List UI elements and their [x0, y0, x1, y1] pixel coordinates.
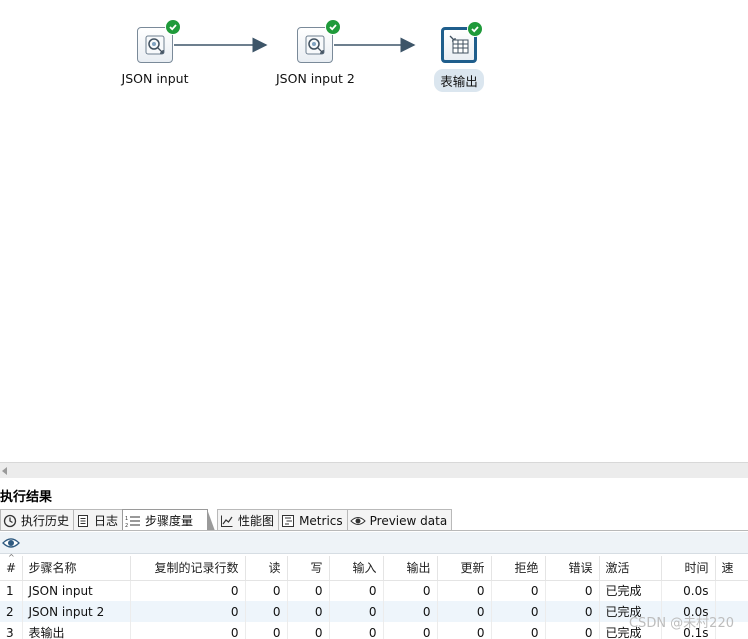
column-header[interactable]: ^ #: [0, 553, 23, 581]
svg-text:1: 1: [125, 516, 128, 522]
step-json-input-2[interactable]: JSON input 2: [270, 19, 360, 88]
cell-step-name: JSON input 2: [22, 601, 131, 622]
success-check-icon: [467, 21, 483, 37]
column-header[interactable]: 时间: [661, 556, 716, 581]
cell-time: 0.0s: [661, 580, 716, 601]
json-input-icon[interactable]: [297, 19, 341, 63]
column-header[interactable]: 更新: [437, 556, 492, 581]
step-label: 表输出: [434, 69, 484, 92]
cell-value: 0: [329, 622, 384, 639]
cell-value: 0: [130, 580, 246, 601]
sort-caret-icon: ^: [8, 553, 15, 562]
cell-index: 2: [0, 601, 23, 622]
tab-label: 日志: [94, 514, 119, 528]
cell-value: 0: [491, 601, 546, 622]
cell-value: 0: [491, 580, 546, 601]
step-table-output[interactable]: 表输出: [414, 21, 504, 92]
tab-label: 性能图: [238, 514, 275, 528]
table-header-row: ^ # 步骤名称 复制的记录行数 读 写 输入 输出 更新 拒绝 错误 激活 时间…: [0, 553, 748, 581]
column-header[interactable]: 输出: [383, 556, 438, 581]
cell-value: 0: [437, 622, 492, 639]
step-metrics-icon: 12: [125, 516, 141, 528]
cell-value: 0: [383, 622, 438, 639]
tab-step-metrics[interactable]: 12 步骤度量: [122, 509, 216, 531]
history-icon: [3, 514, 17, 527]
step-json-input[interactable]: JSON input: [110, 19, 200, 88]
tab-performance-chart[interactable]: 性能图: [217, 509, 280, 531]
cell-index: 3: [0, 622, 23, 639]
column-header[interactable]: 复制的记录行数: [130, 556, 246, 581]
preview-eye-icon: [349, 516, 366, 525]
tab-metrics[interactable]: Metrics: [278, 509, 348, 531]
cell-value: 0: [245, 580, 288, 601]
metrics-toolbar: [0, 532, 748, 554]
column-header[interactable]: 输入: [329, 556, 384, 581]
cell-step-name: 表输出: [22, 622, 131, 639]
metrics-icon: [282, 514, 295, 527]
tab-label: Preview data: [369, 513, 448, 528]
cell-value: 0: [545, 580, 600, 601]
performance-chart-icon: [221, 515, 233, 527]
column-header[interactable]: 拒绝: [491, 556, 546, 581]
watermark: CSDN @未村220: [628, 616, 734, 631]
cell-value: 0: [130, 622, 246, 639]
tab-execution-history[interactable]: 执行历史: [0, 509, 75, 531]
success-check-icon: [325, 19, 341, 35]
column-header[interactable]: 读: [245, 556, 288, 581]
step-label: JSON input 2: [276, 71, 355, 86]
tab-label: 执行历史: [21, 514, 70, 528]
cell-value: 0: [437, 580, 492, 601]
cell-value: 0: [491, 622, 546, 639]
results-title: 执行结果: [0, 490, 53, 505]
cell-value: 0: [245, 622, 288, 639]
column-header[interactable]: 错误: [545, 556, 600, 581]
cell-value: 0: [287, 580, 330, 601]
column-header[interactable]: 速: [715, 556, 748, 581]
tab-log[interactable]: 日志: [73, 509, 124, 531]
cell-value: 0: [287, 622, 330, 639]
tab-label: Metrics: [299, 513, 343, 528]
results-tabs: 执行历史 日志 12 步骤度量 性能图 Metrics Preview data: [0, 509, 453, 531]
cell-value: 0: [545, 622, 600, 639]
show-eye-icon[interactable]: [2, 536, 20, 550]
cell-status: 已完成: [599, 580, 662, 601]
table-output-icon[interactable]: [441, 21, 483, 63]
cell-index: 1: [0, 580, 23, 601]
column-header[interactable]: 激活: [599, 556, 662, 581]
cell-value: 0: [245, 601, 288, 622]
json-input-icon[interactable]: [137, 19, 181, 63]
success-check-icon: [165, 19, 181, 35]
cell-value: 0: [329, 601, 384, 622]
svg-text:2: 2: [125, 523, 128, 528]
scroll-left-arrow-icon[interactable]: [0, 466, 10, 476]
cell-value: 0: [545, 601, 600, 622]
tab-label: 步骤度量: [145, 514, 194, 528]
column-header[interactable]: 步骤名称: [22, 556, 131, 581]
tab-strip-divider: [0, 530, 748, 531]
execution-results-panel: 执行结果 执行历史 日志 12 步骤度量 性能图 Metrics Preview…: [0, 480, 748, 639]
cell-speed: [715, 580, 748, 601]
cell-value: 0: [130, 601, 246, 622]
transformation-canvas[interactable]: JSON input JSON input 2 表输出: [0, 0, 748, 462]
cell-value: 0: [383, 601, 438, 622]
cell-step-name: JSON input: [22, 580, 131, 601]
log-icon: [78, 514, 89, 527]
table-row[interactable]: 1 JSON input 0 0 0 0 0 0 0 0 已完成 0.0s: [0, 580, 748, 601]
tab-preview-data[interactable]: Preview data: [346, 509, 453, 531]
cell-value: 0: [329, 580, 384, 601]
column-header[interactable]: 写: [287, 556, 330, 581]
cell-value: 0: [287, 601, 330, 622]
step-label: JSON input: [121, 71, 189, 86]
cell-value: 0: [437, 601, 492, 622]
canvas-horizontal-scrollbar[interactable]: [0, 462, 748, 478]
cell-value: 0: [383, 580, 438, 601]
